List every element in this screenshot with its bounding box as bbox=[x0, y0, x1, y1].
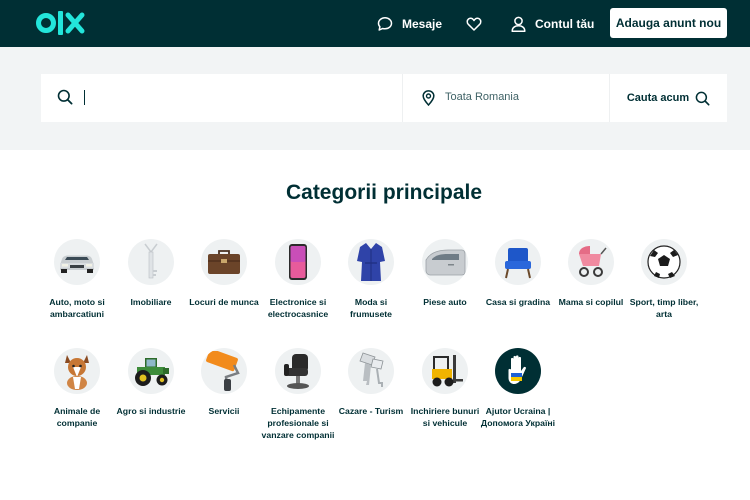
category-item[interactable]: Cazare - Turism bbox=[333, 348, 409, 417]
olx-logo[interactable] bbox=[36, 10, 88, 36]
account-label: Contul tău bbox=[535, 16, 595, 31]
chat-bubble-icon bbox=[377, 16, 393, 31]
search-submit-button[interactable]: Cauta acum bbox=[610, 74, 727, 122]
paint-roller-icon bbox=[201, 348, 247, 394]
category-item[interactable]: Ajutor Ucraina | Допомога Україні bbox=[480, 348, 556, 429]
category-label: Cazare - Turism bbox=[338, 406, 404, 416]
category-label: Echipamente profesionale si vanzare comp… bbox=[261, 406, 335, 440]
keys-icon bbox=[128, 239, 174, 285]
location-value: Toata Romania bbox=[445, 91, 519, 103]
category-item[interactable]: Agro si industrie bbox=[113, 348, 189, 417]
category-label: Animale de companie bbox=[53, 406, 101, 428]
favorites-button[interactable] bbox=[466, 0, 482, 47]
user-icon bbox=[511, 16, 526, 32]
room-keys-icon bbox=[348, 348, 394, 394]
category-item[interactable]: Locuri de munca bbox=[186, 239, 262, 308]
search-icon bbox=[57, 89, 73, 105]
ukraine-hand-icon bbox=[495, 348, 541, 394]
category-item[interactable]: Electronice si electrocasnice bbox=[260, 239, 336, 320]
search-section: Toata Romania Cauta acum bbox=[0, 47, 750, 150]
text-cursor bbox=[84, 90, 85, 105]
heart-icon bbox=[466, 17, 482, 31]
category-item[interactable]: Echipamente profesionale si vanzare comp… bbox=[260, 348, 336, 441]
dog-icon bbox=[54, 348, 100, 394]
category-label: Sport, timp liber, arta bbox=[629, 297, 699, 319]
category-item[interactable]: Casa si gradina bbox=[480, 239, 556, 308]
account-link[interactable]: Contul tău bbox=[511, 0, 594, 47]
category-label: Ajutor Ucraina | Допомога Україні bbox=[480, 406, 556, 428]
category-label: Electronice si electrocasnice bbox=[267, 297, 329, 319]
messages-label: Mesaje bbox=[402, 16, 443, 31]
tractor-icon bbox=[128, 348, 174, 394]
search-query-field[interactable] bbox=[41, 74, 403, 122]
category-label: Imobiliare bbox=[130, 297, 172, 307]
category-item[interactable]: Auto, moto si ambarcatiuni bbox=[39, 239, 115, 320]
stroller-icon bbox=[568, 239, 614, 285]
salon-chair-icon bbox=[275, 348, 321, 394]
search-submit-label: Cauta acum bbox=[626, 92, 690, 104]
car-icon bbox=[54, 239, 100, 285]
car-door-icon bbox=[422, 239, 468, 285]
category-label: Inchiriere bunuri si vehicule bbox=[410, 406, 480, 428]
location-pin-icon bbox=[422, 90, 435, 106]
armchair-icon bbox=[495, 239, 541, 285]
top-navigation-bar: Mesaje Contul tău Adauga anunt nou bbox=[0, 0, 750, 47]
search-input[interactable] bbox=[83, 86, 383, 110]
briefcase-icon bbox=[201, 239, 247, 285]
category-label: Auto, moto si ambarcatiuni bbox=[49, 297, 105, 319]
post-ad-button[interactable]: Adauga anunt nou bbox=[610, 8, 727, 38]
search-icon bbox=[695, 91, 710, 106]
category-label: Servicii bbox=[208, 406, 240, 416]
category-label: Locuri de munca bbox=[189, 297, 259, 307]
category-item[interactable]: Mama si copilul bbox=[553, 239, 629, 308]
section-title: Categorii principale bbox=[285, 181, 483, 204]
category-item[interactable]: Imobiliare bbox=[113, 239, 189, 308]
category-label: Moda si frumusete bbox=[350, 297, 392, 319]
forklift-icon bbox=[422, 348, 468, 394]
category-label: Mama si copilul bbox=[558, 297, 624, 307]
category-label: Piese auto bbox=[423, 297, 467, 307]
category-item[interactable]: Moda si frumusete bbox=[333, 239, 409, 320]
category-item[interactable]: Animale de companie bbox=[39, 348, 115, 429]
location-field[interactable]: Toata Romania bbox=[403, 74, 610, 122]
category-item[interactable]: Servicii bbox=[186, 348, 262, 417]
dress-icon bbox=[348, 239, 394, 285]
category-label: Agro si industrie bbox=[116, 406, 186, 416]
category-label: Casa si gradina bbox=[485, 297, 551, 307]
search-bar: Toata Romania Cauta acum bbox=[41, 74, 727, 122]
phone-icon bbox=[275, 239, 321, 285]
football-icon bbox=[641, 239, 687, 285]
messages-link[interactable]: Mesaje bbox=[377, 0, 442, 47]
category-item[interactable]: Inchiriere bunuri si vehicule bbox=[407, 348, 483, 429]
category-item[interactable]: Sport, timp liber, arta bbox=[626, 239, 702, 320]
category-item[interactable]: Piese auto bbox=[407, 239, 483, 308]
